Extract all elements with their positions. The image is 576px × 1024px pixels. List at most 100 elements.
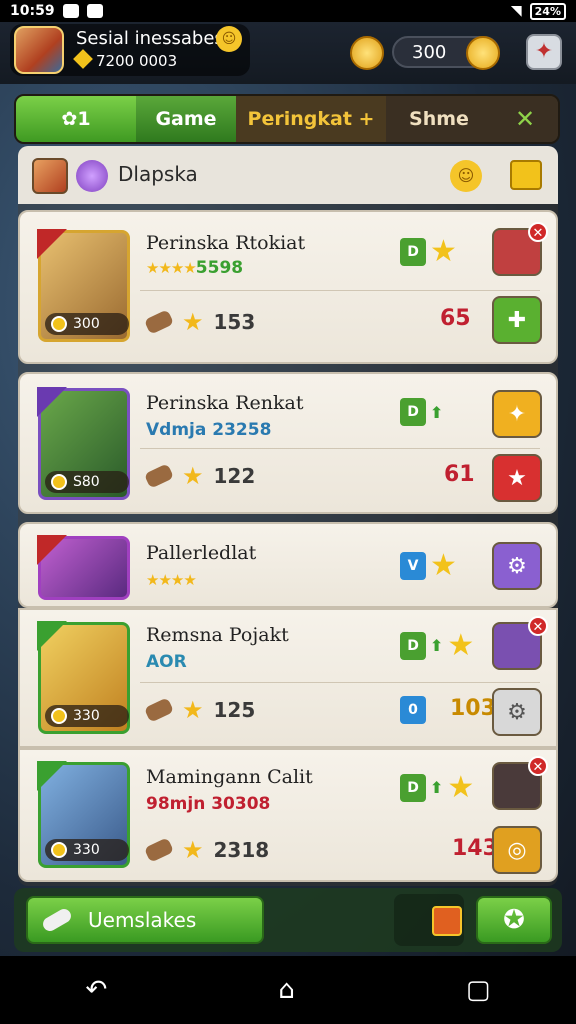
- list-item[interactable]: S80 Perinska Renkat Vdmja 23258 ★ 122 D …: [18, 372, 558, 514]
- card-stats: ★ 122: [143, 462, 255, 490]
- panel-avatar: [32, 158, 68, 194]
- app-icon: [86, 4, 103, 18]
- back-icon[interactable]: ↶: [86, 975, 108, 1005]
- tab-bar: ✿ 1 Game Peringkat + Shme ✕: [14, 94, 560, 144]
- card-subtitle: ★★★★5598: [146, 258, 244, 278]
- coin-icon: [51, 474, 67, 490]
- list-item[interactable]: 300 Perinska Rtokiat ★★★★5598 ★ 153 D ★ …: [18, 210, 558, 364]
- favorite-star-button[interactable]: ✪: [476, 896, 552, 944]
- arrow-up-icon: ⬆: [430, 636, 444, 655]
- panel-title: Dlapska: [118, 162, 198, 186]
- hero-portrait: 330: [37, 621, 130, 734]
- rank-ribbon: [37, 761, 67, 791]
- settings-button[interactable]: ✦: [526, 34, 562, 70]
- card-score: 65: [440, 306, 471, 331]
- tab-peringkat[interactable]: Peringkat +: [236, 96, 386, 142]
- star-icon: ★: [182, 836, 204, 864]
- close-icon[interactable]: ✕: [528, 616, 548, 636]
- home-icon[interactable]: ⌂: [278, 975, 295, 1005]
- settings-gear-button[interactable]: ⚙: [492, 688, 542, 736]
- close-icon[interactable]: ✕: [528, 756, 548, 776]
- rank-ribbon: [37, 229, 67, 259]
- recents-icon[interactable]: ▢: [466, 975, 491, 1005]
- card-subtitle: AOR: [146, 652, 187, 672]
- player-avatar[interactable]: [14, 26, 64, 74]
- tab-shme[interactable]: Shme: [386, 96, 492, 142]
- d-badge: D: [400, 398, 426, 426]
- currency-counter[interactable]: 300: [392, 36, 500, 70]
- clock: 10:59: [10, 3, 55, 19]
- tab-game[interactable]: Game: [136, 96, 236, 142]
- hero-button[interactable]: ✕: [492, 756, 548, 810]
- coin-button[interactable]: ◎: [492, 826, 542, 874]
- game-header: Sesial inessabes 7200 0003 ☺ 300 ✦: [0, 22, 576, 84]
- wood-icon: [143, 837, 175, 863]
- d-badge: V: [400, 551, 426, 580]
- badge-row: D ⬆ ★: [400, 628, 474, 663]
- profile-card[interactable]: Sesial inessabes 7200 0003 ☺: [10, 24, 250, 76]
- hero-button[interactable]: ⚙: [492, 542, 542, 590]
- hero-price: S80: [45, 471, 129, 493]
- upgrade-button[interactable]: ✚: [492, 296, 542, 344]
- system-nav-bar: ↶ ⌂ ▢: [0, 956, 576, 1024]
- tab-home[interactable]: ✿ 1: [16, 96, 136, 142]
- badge-row: 0: [400, 696, 426, 724]
- hero-price: 330: [45, 705, 129, 727]
- badge-row: V ★: [400, 548, 457, 583]
- card-title: Perinska Rtokiat: [146, 232, 306, 254]
- d-badge: D: [400, 237, 426, 266]
- star-button[interactable]: ★: [492, 454, 542, 502]
- player-gold: 7200 0003: [73, 49, 177, 70]
- card-title: Mamingann Calit: [146, 766, 313, 788]
- rating-stars: ★★★★: [146, 259, 197, 277]
- card-stats: ★ 153: [143, 308, 255, 336]
- gift-icon[interactable]: [432, 906, 462, 936]
- mail-icon[interactable]: [510, 160, 542, 190]
- d-badge: D: [400, 631, 426, 660]
- card-subtitle: Vdmja 23258: [146, 420, 272, 440]
- add-coin-icon[interactable]: [466, 36, 500, 70]
- reward-star-icon: ★: [447, 628, 475, 663]
- emoji-icon[interactable]: ☺: [450, 160, 482, 192]
- card-stats: ★ 125: [143, 696, 255, 724]
- coin-icon: [51, 842, 67, 858]
- card-title: Remsna Pojakt: [146, 624, 289, 646]
- d-badge: 0: [400, 696, 426, 724]
- wood-icon: [143, 463, 175, 489]
- wood-icon: [143, 309, 175, 335]
- smile-icon: ☺: [216, 26, 242, 52]
- hero-portrait: [37, 535, 130, 600]
- hero-button[interactable]: ✕: [492, 616, 548, 670]
- star-icon: ★: [182, 462, 204, 490]
- card-subtitle: 98mjn 30308: [146, 794, 271, 814]
- hero-portrait: 300: [37, 229, 130, 342]
- badge-row: D ★: [400, 234, 457, 269]
- badge-row: D ⬆: [400, 398, 443, 426]
- close-icon[interactable]: ✕: [492, 96, 558, 142]
- coin-icon: [51, 316, 67, 332]
- gold-cube-icon: [73, 49, 93, 69]
- bone-icon: [40, 906, 74, 934]
- berry-icon: [76, 160, 108, 192]
- list-item[interactable]: 330 Remsna Pojakt AOR ★ 125 D ⬆ ★ 0 103 …: [18, 608, 558, 748]
- rank-ribbon: [37, 387, 67, 417]
- primary-action-button[interactable]: Uemslakes: [26, 896, 264, 944]
- hero-price: 330: [45, 839, 129, 861]
- wood-icon: [143, 697, 175, 723]
- list-item[interactable]: 330 Mamingann Calit 98mjn 30308 ★ 2318 D…: [18, 748, 558, 882]
- hero-portrait: S80: [37, 387, 130, 500]
- card-title: Pallerledlat: [146, 542, 257, 564]
- list-item[interactable]: Pallerledlat ★★★★ V ★ ⚙: [18, 522, 558, 608]
- close-icon[interactable]: ✕: [528, 222, 548, 242]
- arrow-up-icon: ⬆: [430, 778, 444, 797]
- card-stats: ★ 2318: [143, 836, 269, 864]
- coin-stack-icon: [350, 36, 384, 70]
- card-score: 103: [450, 696, 496, 721]
- d-badge: D: [400, 773, 426, 802]
- hero-button[interactable]: ✦: [492, 390, 542, 438]
- wifi-icon: ◥: [510, 3, 522, 19]
- reward-star-icon: ★: [430, 234, 457, 269]
- star-icon: ★: [182, 308, 204, 336]
- hero-portrait: 330: [37, 761, 130, 868]
- hero-button[interactable]: ✕: [492, 222, 548, 276]
